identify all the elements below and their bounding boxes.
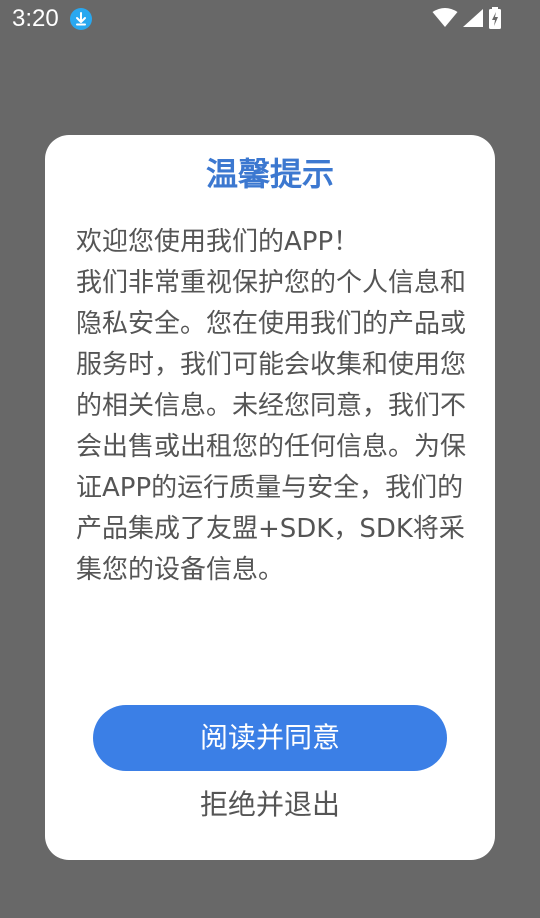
status-time: 3:20 bbox=[12, 5, 59, 32]
status-bar: 3:20 bbox=[0, 0, 540, 38]
battery-charging-icon bbox=[489, 7, 501, 29]
dialog-body-text: 欢迎您使用我们的APP！ 我们非常重视保护您的个人信息和隐私安全。您在使用我们的… bbox=[76, 227, 467, 585]
agree-button[interactable]: 阅读并同意 bbox=[93, 705, 447, 771]
wifi-icon bbox=[432, 8, 458, 27]
reject-exit-button[interactable]: 拒绝并退出 bbox=[93, 780, 447, 830]
dialog-title: 温馨提示 bbox=[205, 155, 334, 193]
signal-icon bbox=[463, 9, 483, 27]
download-icon bbox=[70, 8, 92, 30]
status-icons bbox=[432, 7, 502, 29]
